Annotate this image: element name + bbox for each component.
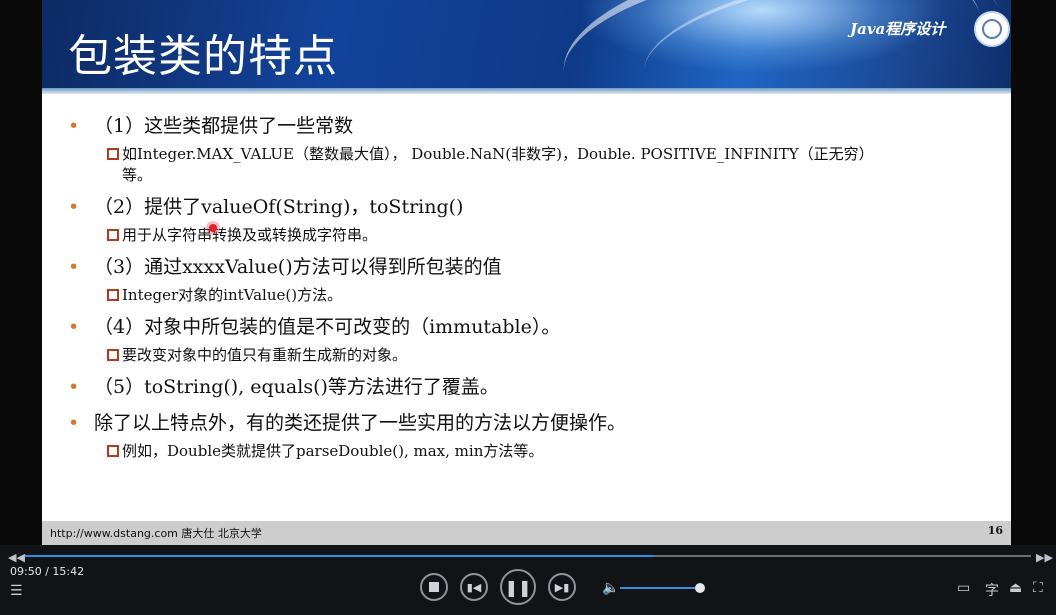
previous-icon: ▮◀ xyxy=(466,580,482,594)
bullet-item: • （2）提供了valueOf(String)，toString() xyxy=(66,195,996,219)
volume-knob[interactable] xyxy=(695,583,705,593)
sub-bullet-text: 等。 xyxy=(122,166,153,184)
pause-icon: ❚❚ xyxy=(504,577,532,597)
square-bullet-icon xyxy=(107,445,119,457)
progress-fill xyxy=(25,555,654,557)
square-bullet-icon xyxy=(107,289,119,301)
sub-bullet-continuation: 等。 xyxy=(66,165,996,186)
fullscreen-icon[interactable]: ⛶ xyxy=(1033,580,1043,596)
university-logo-icon xyxy=(974,11,1010,47)
bullet-text: （5）toString(), equals()等方法进行了覆盖。 xyxy=(94,376,499,398)
bullet-dot-icon: • xyxy=(68,376,80,398)
sub-bullet-item: Integer对象的intValue()方法。 xyxy=(66,285,996,306)
subtitle-icon[interactable]: 字 xyxy=(985,580,999,600)
eject-icon[interactable]: ⏏ xyxy=(1009,580,1022,596)
bullet-dot-icon: • xyxy=(68,115,80,137)
left-letterbox xyxy=(0,0,42,545)
slide-title: 包装类的特点 xyxy=(68,31,338,82)
sub-bullet-text: 用于从字符串转换及或转换成字符串。 xyxy=(122,226,378,244)
time-display: 09:50 / 15:42 xyxy=(10,565,84,578)
slide-banner: 包装类的特点 Java程序设计 xyxy=(42,0,1011,159)
sub-bullet-item: 用于从字符串转换及或转换成字符串。 xyxy=(66,225,996,246)
volume-icon[interactable]: 🔈 xyxy=(602,580,619,596)
bullet-dot-icon: • xyxy=(68,316,80,338)
bullet-text: （1）这些类都提供了一些常数 xyxy=(94,115,354,137)
sub-bullet-text: 如Integer.MAX_VALUE（整数最大值）， Double.NaN(非数… xyxy=(122,145,874,163)
bullet-text: 除了以上特点外，有的类还提供了一些实用的方法以方便操作。 xyxy=(94,412,627,434)
slide-footer: http://www.dstang.com 唐大仕 北京大学 16 xyxy=(42,521,1011,545)
bullet-text: （4）对象中所包装的值是不可改变的（immutable）。 xyxy=(94,316,561,338)
sub-bullet-text: Integer对象的intValue()方法。 xyxy=(122,286,343,304)
square-bullet-icon xyxy=(107,229,119,241)
bullet-dot-icon: • xyxy=(68,256,80,278)
playlist-icon[interactable]: ☰ xyxy=(10,583,23,599)
sub-bullet-item: 要改变对象中的值只有重新生成新的对象。 xyxy=(66,345,996,366)
bullet-item: • （3）通过xxxxValue()方法可以得到所包装的值 xyxy=(66,255,996,279)
right-letterbox xyxy=(1011,0,1056,545)
bullet-item: • （5）toString(), equals()等方法进行了覆盖。 xyxy=(66,375,996,399)
player-controls: ◀◀ ▶▶ 09:50 / 15:42 ☰ ▮◀ ❚❚ ▶▮ 🔈 ▭ 字 ⏏ ⛶ xyxy=(0,545,1056,615)
bullet-item: • （4）对象中所包装的值是不可改变的（immutable）。 xyxy=(66,315,996,339)
square-bullet-icon xyxy=(107,148,119,160)
sub-bullet-item: 如Integer.MAX_VALUE（整数最大值）， Double.NaN(非数… xyxy=(66,144,996,165)
stop-icon xyxy=(429,582,439,592)
slide-content: • （1）这些类都提供了一些常数 如Integer.MAX_VALUE（整数最大值… xyxy=(66,114,996,471)
video-slide[interactable]: 包装类的特点 Java程序设计 • （1）这些类都提供了一些常数 如Integer… xyxy=(42,0,1011,545)
square-bullet-icon xyxy=(107,349,119,361)
previous-button[interactable]: ▮◀ xyxy=(460,573,488,601)
bullet-text: （2）提供了valueOf(String)，toString() xyxy=(94,196,464,218)
current-time: 09:50 xyxy=(10,565,42,578)
sub-bullet-text: 要改变对象中的值只有重新生成新的对象。 xyxy=(122,346,408,364)
bullet-text: （3）通过xxxxValue()方法可以得到所包装的值 xyxy=(94,256,502,278)
bullet-dot-icon: • xyxy=(68,196,80,218)
volume-slider[interactable] xyxy=(620,587,700,589)
bullet-item: • （1）这些类都提供了一些常数 xyxy=(66,114,996,138)
sub-bullet-item: 例如，Double类就提供了parseDouble(), max, min方法等… xyxy=(66,441,996,462)
time-separator: / xyxy=(41,565,53,578)
laser-pointer-icon xyxy=(209,224,217,232)
seek-back-icon[interactable]: ◀◀ xyxy=(8,551,25,564)
progress-track[interactable] xyxy=(25,555,1031,557)
next-icon: ▶▮ xyxy=(554,580,570,594)
stop-button[interactable] xyxy=(420,573,448,601)
screen-mode-icon[interactable]: ▭ xyxy=(957,580,970,596)
total-time: 15:42 xyxy=(52,565,85,578)
course-name: Java程序设计 xyxy=(850,20,946,38)
banner-divider xyxy=(42,88,1011,94)
pause-button[interactable]: ❚❚ xyxy=(500,569,536,605)
bullet-dot-icon: • xyxy=(68,412,80,434)
seek-forward-icon[interactable]: ▶▶ xyxy=(1036,551,1053,564)
bullet-item: • 除了以上特点外，有的类还提供了一些实用的方法以方便操作。 xyxy=(66,411,996,435)
next-button[interactable]: ▶▮ xyxy=(548,573,576,601)
footer-url: http://www.dstang.com 唐大仕 北京大学 xyxy=(50,527,262,540)
sub-bullet-text: 例如，Double类就提供了parseDouble(), max, min方法等… xyxy=(122,442,544,460)
page-number: 16 xyxy=(987,524,1003,537)
